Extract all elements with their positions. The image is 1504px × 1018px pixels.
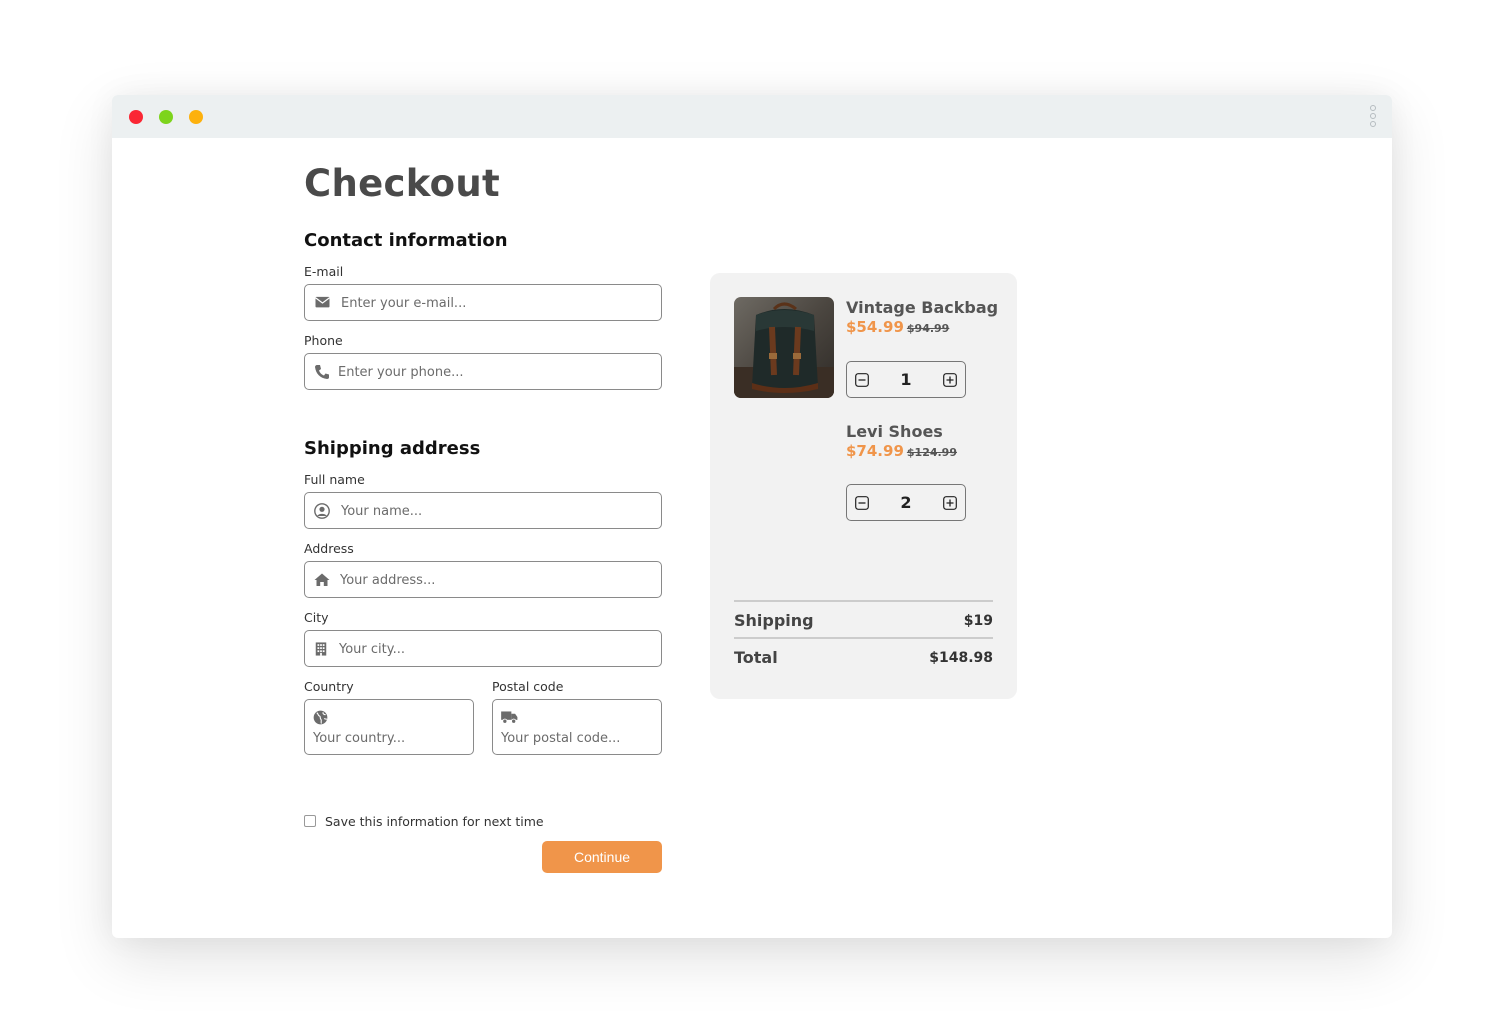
phone-input[interactable] [338, 362, 638, 382]
quantity-stepper[interactable]: 2 [846, 484, 966, 521]
shipping-value: $19 [963, 613, 993, 629]
user-icon [314, 503, 330, 519]
plus-icon[interactable] [943, 496, 957, 510]
envelope-icon [315, 296, 330, 308]
home-icon [314, 573, 330, 586]
country-field[interactable] [304, 699, 474, 755]
building-icon [315, 642, 327, 656]
country-label: Country [304, 679, 354, 694]
postal-field[interactable] [492, 699, 662, 755]
total-label: Total [734, 648, 778, 667]
truck-icon [501, 711, 518, 724]
cart-item-name: Vintage Backbag [846, 298, 999, 317]
old-price: $94.99 [906, 322, 950, 335]
backpack-product-image [734, 297, 834, 398]
country-input[interactable] [313, 729, 469, 747]
contact-section-title: Contact information [304, 230, 508, 251]
fullname-label: Full name [304, 472, 365, 487]
phone-field[interactable] [304, 353, 662, 390]
quantity-stepper[interactable]: 1 [846, 361, 966, 398]
email-field[interactable] [304, 284, 662, 321]
checkout-page: Checkout Contact information E-mail Phon… [112, 138, 1392, 938]
maximize-window-button[interactable] [159, 110, 173, 124]
city-label: City [304, 610, 329, 625]
postal-input[interactable] [501, 729, 657, 747]
continue-button[interactable]: Continue [542, 841, 662, 873]
save-info-checkbox[interactable] [304, 815, 316, 827]
cart-item-price: $54.99 $94.99 [846, 318, 949, 336]
cart-item-name: Levi Shoes [846, 422, 943, 441]
email-input[interactable] [341, 293, 641, 313]
postal-label: Postal code [492, 679, 564, 694]
email-label: E-mail [304, 264, 344, 279]
more-options-icon[interactable] [1370, 105, 1378, 129]
divider [734, 637, 993, 639]
plus-icon[interactable] [943, 373, 957, 387]
total-value: $148.98 [929, 650, 993, 666]
address-label: Address [304, 541, 354, 556]
order-summary: Vintage Backbag $54.99 $94.99 1 Levi Shoe… [710, 273, 1017, 699]
cart-item-price: $74.99 $124.99 [846, 442, 957, 460]
current-price: $54.99 [846, 318, 904, 336]
address-input[interactable] [340, 570, 640, 590]
fullname-field[interactable] [304, 492, 662, 529]
city-field[interactable] [304, 630, 662, 667]
close-window-button[interactable] [129, 110, 143, 124]
fullname-input[interactable] [341, 501, 641, 521]
current-price: $74.99 [846, 442, 904, 460]
city-input[interactable] [339, 639, 639, 659]
minimize-window-button[interactable] [189, 110, 203, 124]
shipping-label: Shipping [734, 611, 814, 630]
old-price: $124.99 [906, 446, 957, 459]
phone-icon [315, 365, 329, 379]
address-field[interactable] [304, 561, 662, 598]
browser-window: Checkout Contact information E-mail Phon… [112, 95, 1392, 938]
window-titlebar [112, 95, 1392, 138]
page-title: Checkout [304, 162, 500, 205]
globe-icon [313, 710, 328, 725]
divider [734, 600, 993, 602]
save-info-label[interactable]: Save this information for next time [325, 814, 544, 829]
shipping-section-title: Shipping address [304, 438, 481, 459]
phone-label: Phone [304, 333, 343, 348]
